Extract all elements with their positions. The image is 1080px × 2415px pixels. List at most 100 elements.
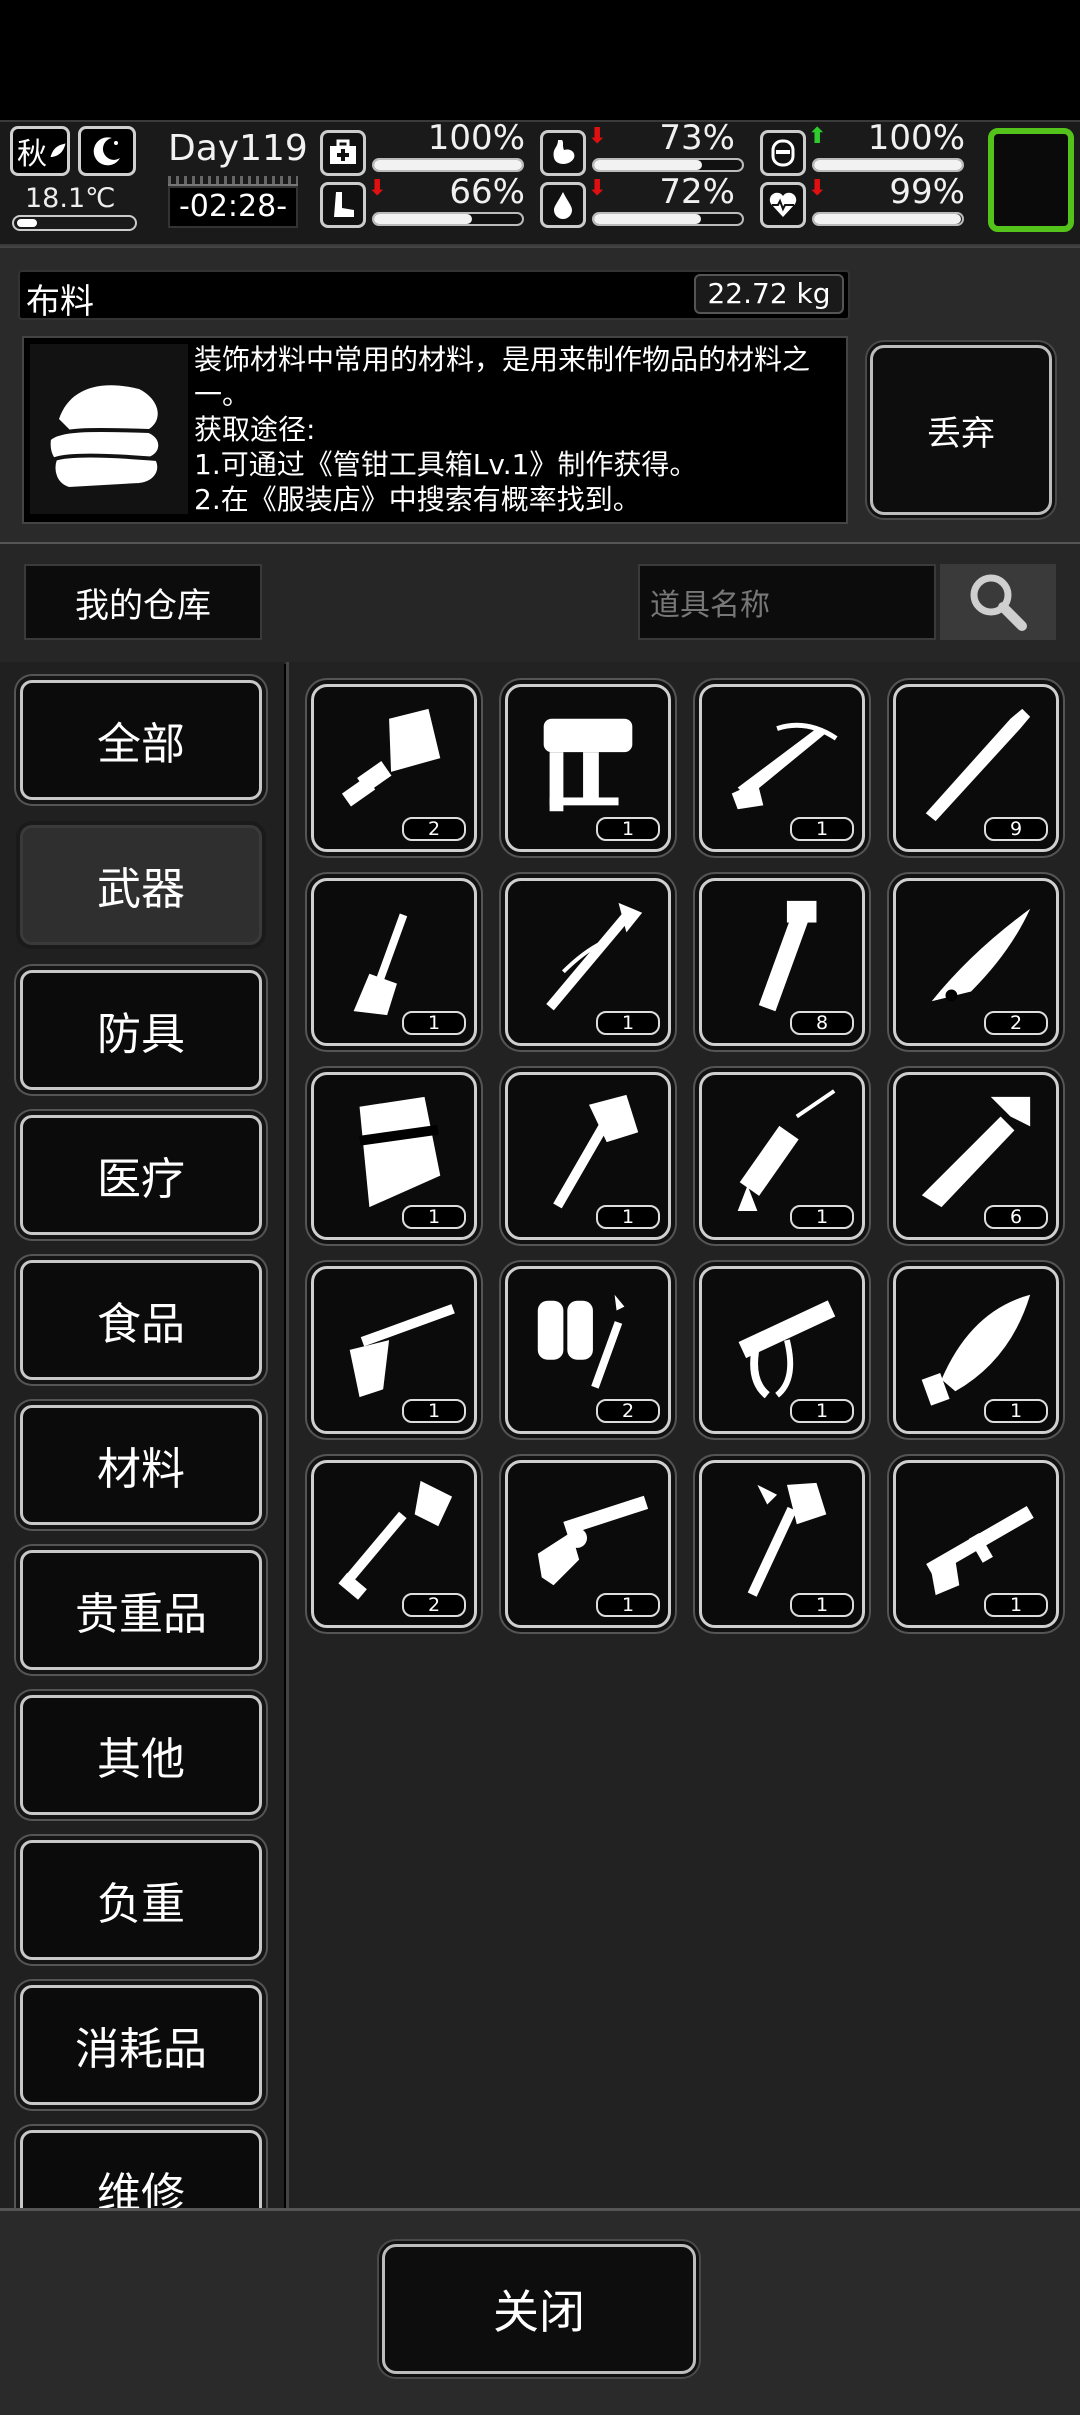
season-label: 秋 xyxy=(17,137,47,172)
quantity-badge: 2 xyxy=(984,1011,1048,1035)
stomach-icon xyxy=(540,130,586,176)
shovel-icon xyxy=(338,1480,453,1600)
leaf-icon xyxy=(50,143,66,157)
category-tab[interactable]: 其他 xyxy=(20,1695,262,1815)
stat-bar-fill xyxy=(814,214,961,224)
item-name: 布料 xyxy=(26,282,94,322)
quantity-badge: 1 xyxy=(596,1011,660,1035)
nail-gun-icon xyxy=(543,718,633,812)
season-indicator: 秋 xyxy=(10,126,70,176)
shotgun-icon xyxy=(349,1304,455,1398)
temperature-bar xyxy=(12,215,137,231)
cloth-icon xyxy=(30,344,188,514)
quantity-badge: 2 xyxy=(402,817,466,841)
category-tab[interactable]: 防具 xyxy=(20,970,262,1090)
item-grid: 21191182111612112111 xyxy=(286,662,1080,2208)
inventory-slot[interactable]: 1 xyxy=(893,1460,1059,1628)
category-list: 全部武器防具医疗食品材料贵重品其他负重消耗品维修 xyxy=(0,662,284,2208)
search-button[interactable] xyxy=(940,564,1056,640)
inventory-slot[interactable]: 1 xyxy=(505,1460,671,1628)
bladder-icon xyxy=(760,130,806,176)
quantity-badge: 1 xyxy=(402,1011,466,1035)
quantity-badge: 1 xyxy=(596,817,660,841)
stat-bar-fill xyxy=(374,160,522,170)
stat-percent: 73% xyxy=(659,118,735,158)
foot-icon xyxy=(320,182,366,228)
stat-bar-fill xyxy=(814,160,962,170)
inventory-slot[interactable]: 1 xyxy=(699,1266,865,1434)
heart-icon xyxy=(760,182,806,228)
quantity-badge: 2 xyxy=(596,1399,660,1423)
stat-percent: 72% xyxy=(659,172,735,212)
item-description: 装饰材料中常用的材料，是用来制作物品的材料之一。 获取途径: 1.可通过《管钳工… xyxy=(194,343,811,516)
inventory-slot[interactable]: 2 xyxy=(893,878,1059,1046)
quantity-badge: 1 xyxy=(596,1205,660,1229)
inventory-slot[interactable]: 2 xyxy=(311,684,477,852)
quantity-badge: 1 xyxy=(790,1399,854,1423)
medkit-icon xyxy=(320,130,366,176)
search-input[interactable]: 道具名称 xyxy=(638,564,936,640)
kukri-icon xyxy=(921,1294,1031,1406)
inventory-slot[interactable]: 1 xyxy=(699,1072,865,1240)
wooden-club-icon xyxy=(925,708,1031,822)
inventory-slot[interactable]: 2 xyxy=(311,1460,477,1628)
quantity-badge: 6 xyxy=(984,1205,1048,1229)
category-tab[interactable]: 贵重品 xyxy=(20,1550,262,1670)
quantity-badge: 1 xyxy=(984,1399,1048,1423)
category-tab[interactable]: 维修 xyxy=(20,2130,262,2208)
inventory-slot[interactable]: 1 xyxy=(311,1266,477,1434)
inventory-slot[interactable]: 9 xyxy=(893,684,1059,852)
category-tab[interactable]: 医疗 xyxy=(20,1115,262,1235)
category-tab[interactable]: 负重 xyxy=(20,1840,262,1960)
inventory-slot[interactable]: 1 xyxy=(505,684,671,852)
close-button[interactable]: 关闭 xyxy=(382,2244,696,2374)
inventory-slot[interactable]: 1 xyxy=(505,1072,671,1240)
folding-knife-icon xyxy=(931,908,1031,1002)
inventory-slot[interactable]: 2 xyxy=(505,1266,671,1434)
category-tab[interactable]: 全部 xyxy=(20,680,262,800)
hacksaw-machete-icon xyxy=(921,1096,1031,1208)
flamethrower-icon xyxy=(537,1294,625,1389)
inventory-slot[interactable]: 1 xyxy=(699,1460,865,1628)
stat-bar xyxy=(812,212,964,226)
day-counter: Day119 xyxy=(168,128,308,169)
stat-bar xyxy=(372,158,524,172)
category-tab[interactable]: 食品 xyxy=(20,1260,262,1380)
day-progress-ticks xyxy=(168,176,298,186)
inventory-slot[interactable]: 6 xyxy=(893,1072,1059,1240)
stat-percent: 100% xyxy=(867,118,965,158)
category-tab[interactable]: 材料 xyxy=(20,1405,262,1525)
staple-gun-icon xyxy=(738,1300,836,1399)
stat-bar-fill xyxy=(374,214,472,224)
stat-bar-fill xyxy=(594,214,701,224)
stat-bar xyxy=(812,158,964,172)
temperature-label: 18.1℃ xyxy=(25,183,116,214)
moon-icon xyxy=(78,126,136,176)
discard-button[interactable]: 丢弃 xyxy=(870,345,1052,515)
inventory-slot[interactable]: 1 xyxy=(311,1072,477,1240)
caulking-gun-icon xyxy=(737,1089,836,1212)
quantity-badge: 1 xyxy=(790,1593,854,1617)
inventory-slot[interactable]: 1 xyxy=(505,878,671,1046)
quantity-badge: 8 xyxy=(790,1011,854,1035)
inventory-slot[interactable]: 1 xyxy=(311,878,477,1046)
wired-spear-icon xyxy=(546,902,643,1011)
quantity-badge: 1 xyxy=(596,1593,660,1617)
axe-icon xyxy=(553,1094,639,1209)
revolver-icon xyxy=(537,1495,649,1586)
category-tab[interactable]: 武器 xyxy=(20,825,262,945)
stat-bar xyxy=(592,158,744,172)
quantity-badge: 1 xyxy=(402,1205,466,1229)
quantity-badge: 2 xyxy=(402,1593,466,1617)
inventory-slot[interactable]: 1 xyxy=(893,1266,1059,1434)
quantity-badge: 9 xyxy=(984,817,1048,841)
category-tab[interactable]: 消耗品 xyxy=(20,1985,262,2105)
assault-rifle-icon xyxy=(926,1505,1034,1596)
equipped-slot[interactable] xyxy=(988,128,1074,232)
cleaver-icon xyxy=(341,708,441,807)
inventory-slot[interactable]: 1 xyxy=(699,684,865,852)
fire-axe-icon xyxy=(747,1482,827,1597)
inventory-slot[interactable]: 8 xyxy=(699,878,865,1046)
stat-percent: 66% xyxy=(449,172,525,212)
quantity-badge: 1 xyxy=(790,817,854,841)
